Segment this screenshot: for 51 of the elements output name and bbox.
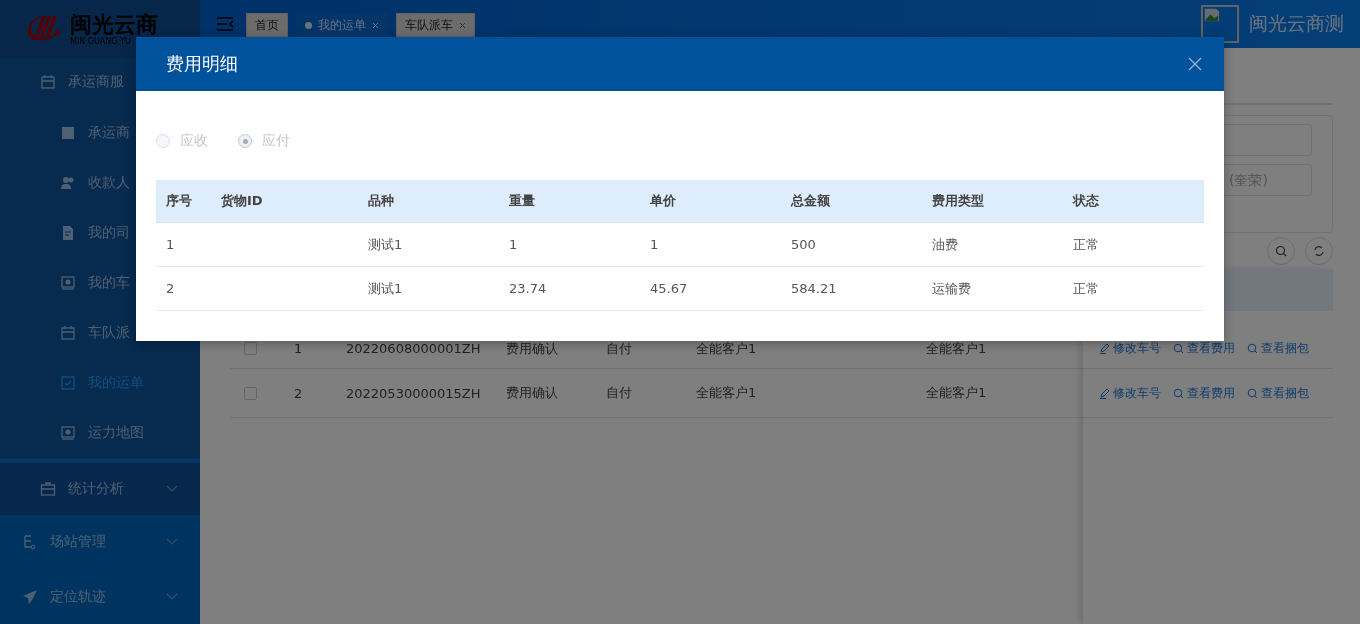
user-name[interactable]: 闽光云商测 [1249, 11, 1344, 37]
table-cell: 运输费 [922, 267, 1063, 311]
table-cell-text: 全能客户1 [926, 339, 988, 358]
action-link[interactable]: 修改车号 [1099, 384, 1161, 402]
table-cell: 测试1 [358, 267, 499, 311]
table-cell: 1 [156, 223, 211, 267]
logo-subtitle: MIN GUANG YU [70, 37, 132, 46]
page-tab[interactable]: 我的运单 [296, 13, 388, 37]
page-tab[interactable]: 首页 [246, 13, 288, 37]
table-cell: 1 [499, 223, 640, 267]
action-link[interactable]: 修改车号 [1099, 340, 1161, 357]
table-cell-text: 20220608000001ZH [346, 341, 482, 356]
table-cell: 45.67 [640, 267, 781, 311]
table-cell-text: 费用确认 [506, 384, 559, 402]
table-cell-text: 2 [294, 385, 304, 401]
table-cell-text: 全能客户1 [696, 384, 758, 402]
menu-item[interactable]: 车队派 [0, 308, 200, 359]
table-cell: 测试1 [358, 223, 499, 267]
table-cell-text: 自付 [606, 339, 633, 358]
table-cell: 584.21 [781, 267, 922, 311]
table-cell: 正常 [1063, 267, 1204, 311]
action-link[interactable]: 查看捆包 [1247, 340, 1309, 357]
table-cell-text: 全能客户1 [696, 339, 758, 358]
action-link[interactable]: 查看费用 [1173, 384, 1235, 402]
column-header: 重量 [499, 180, 640, 223]
action-link[interactable]: 查看捆包 [1247, 384, 1309, 402]
table-cell-text: 费用确认 [506, 339, 559, 358]
table-cell-text: 1 [294, 341, 304, 356]
column-header: 状态 [1063, 180, 1204, 223]
action-link[interactable]: 查看费用 [1173, 340, 1235, 357]
column-header: 费用类型 [922, 180, 1063, 223]
logo-text: 闽光云商 [70, 12, 158, 35]
table-cell: 23.74 [499, 267, 640, 311]
menu-group[interactable]: 场站管理 [0, 514, 200, 570]
table-cell-text: 20220530000015ZH [346, 385, 482, 401]
table-cell: 2 [156, 267, 211, 311]
table-cell: 油费 [922, 223, 1063, 267]
column-header: 总金额 [781, 180, 922, 223]
column-header: 单价 [640, 180, 781, 223]
column-header: 序号 [156, 180, 211, 223]
menu-item[interactable]: 运力地图 [0, 408, 200, 459]
column-header: 品种 [358, 180, 499, 223]
column-header: 货物ID [211, 180, 358, 223]
table-cell-text: 自付 [606, 384, 633, 402]
dialog-title: 费用明细 [166, 52, 238, 76]
menu-group[interactable]: 定位轨迹 [0, 569, 200, 624]
table-cell-text: 全能客户1 [926, 384, 988, 402]
table-cell: 500 [781, 223, 922, 267]
table-cell: 正常 [1063, 223, 1204, 267]
page-tab[interactable]: 车队派车 [396, 13, 475, 37]
table-cell: 1 [640, 223, 781, 267]
